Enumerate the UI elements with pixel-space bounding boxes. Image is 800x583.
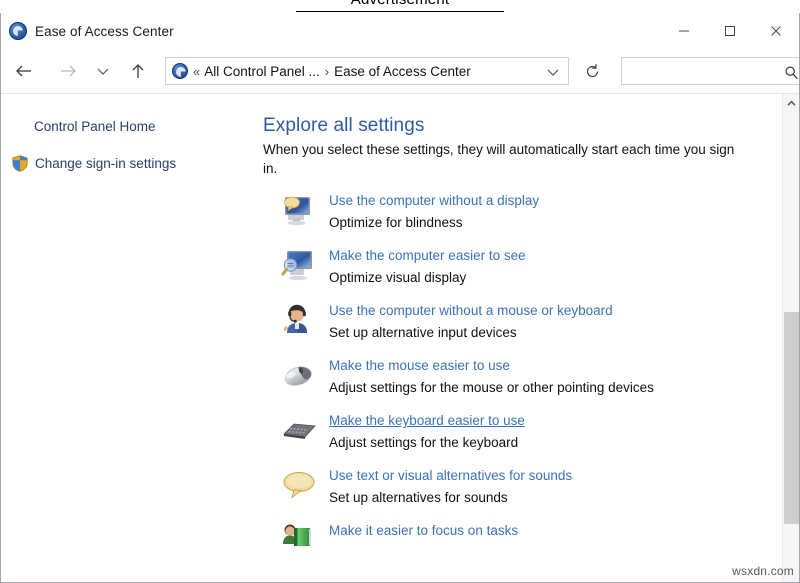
chevron-down-icon xyxy=(546,67,560,77)
list-item-texts: Use text or visual alternatives for soun… xyxy=(329,466,572,507)
window-controls xyxy=(661,13,799,49)
list-item-link[interactable]: Make the computer easier to see xyxy=(329,248,526,264)
list-item-subtitle: Adjust settings for the keyboard xyxy=(329,435,518,450)
person-headset-icon xyxy=(281,302,318,339)
person-book-icon xyxy=(281,522,318,559)
scrollbar-thumb[interactable] xyxy=(784,312,799,524)
mouse-icon xyxy=(281,357,318,394)
sidebar-item-label: Control Panel Home xyxy=(34,119,156,134)
scroll-down-button[interactable] xyxy=(783,579,800,583)
breadcrumb-item-all-control-panel[interactable]: All Control Panel ... xyxy=(204,64,320,79)
sidebar: Control Panel Home xyxy=(1,94,263,583)
settings-list: Use the computer without a display Optim… xyxy=(263,191,789,559)
list-item-texts: Make it easier to focus on tasks xyxy=(329,521,518,544)
address-dropdown-button[interactable] xyxy=(546,58,560,86)
shield-icon xyxy=(12,155,28,172)
maximize-icon xyxy=(724,25,736,37)
advertisement-strip: Advertisement xyxy=(0,0,800,13)
list-item-texts: Make the computer easier to see Optimize… xyxy=(329,246,526,287)
ease-of-access-icon xyxy=(9,22,27,40)
title-bar: Ease of Access Center xyxy=(1,13,799,49)
address-bar-ease-of-access-icon xyxy=(172,63,188,79)
page-description: When you select these settings, they wil… xyxy=(263,140,743,178)
sidebar-item-change-sign-in-settings[interactable]: Change sign-in settings xyxy=(1,155,263,172)
close-button[interactable] xyxy=(753,13,799,49)
main-pane: Explore all settings When you select the… xyxy=(263,94,799,583)
list-item[interactable]: Use the computer without a display Optim… xyxy=(263,191,789,232)
scroll-up-arrow-icon xyxy=(787,100,796,107)
window-title: Ease of Access Center xyxy=(35,24,174,39)
minimize-button[interactable] xyxy=(661,13,707,49)
list-item-subtitle: Optimize visual display xyxy=(329,270,466,285)
list-item-link[interactable]: Use the computer without a display xyxy=(329,193,539,209)
list-item[interactable]: Make the computer easier to see Optimize… xyxy=(263,246,789,287)
back-arrow-icon xyxy=(14,63,34,79)
list-item[interactable]: Use text or visual alternatives for soun… xyxy=(263,466,789,507)
list-item[interactable]: Make the mouse easier to use Adjust sett… xyxy=(263,356,789,397)
recent-locations-chevron-icon xyxy=(96,66,110,76)
breadcrumb-item-ease-of-access-center[interactable]: Ease of Access Center xyxy=(334,64,471,79)
up-button[interactable] xyxy=(123,56,153,86)
list-item-subtitle: Set up alternatives for sounds xyxy=(329,490,508,505)
list-item-link[interactable]: Use the computer without a mouse or keyb… xyxy=(329,303,613,319)
list-item-link[interactable]: Make the mouse easier to use xyxy=(329,358,510,374)
keyboard-icon xyxy=(281,412,318,449)
search-button[interactable] xyxy=(784,58,799,86)
search-icon xyxy=(784,65,799,80)
search-box[interactable] xyxy=(621,57,800,85)
monitor-magnifier-icon xyxy=(281,247,318,284)
list-item[interactable]: Use the computer without a mouse or keyb… xyxy=(263,301,789,342)
refresh-icon xyxy=(584,63,601,80)
sidebar-item-label: Change sign-in settings xyxy=(35,156,176,171)
list-item-link[interactable]: Use text or visual alternatives for soun… xyxy=(329,468,572,484)
content-area: Control Panel Home xyxy=(1,93,799,583)
forward-arrow-icon xyxy=(58,63,78,79)
maximize-button[interactable] xyxy=(707,13,753,49)
address-bar[interactable]: « All Control Panel ... › Ease of Access… xyxy=(165,57,569,85)
recent-locations-button[interactable] xyxy=(93,56,113,86)
list-item-texts: Make the mouse easier to use Adjust sett… xyxy=(329,356,654,397)
vertical-scrollbar[interactable] xyxy=(782,94,799,583)
up-arrow-icon xyxy=(130,62,146,80)
list-item-texts: Make the keyboard easier to use Adjust s… xyxy=(329,411,525,452)
close-icon xyxy=(770,25,782,37)
list-item-link[interactable]: Make the keyboard easier to use xyxy=(329,413,525,429)
watermark: wsxdn.com xyxy=(732,564,794,578)
list-item[interactable]: Make it easier to focus on tasks xyxy=(263,521,789,559)
sidebar-item-control-panel-home[interactable]: Control Panel Home xyxy=(1,119,156,134)
scroll-up-button[interactable] xyxy=(783,94,800,112)
list-item-subtitle: Adjust settings for the mouse or other p… xyxy=(329,380,654,395)
back-button[interactable] xyxy=(9,56,39,86)
list-item-texts: Use the computer without a display Optim… xyxy=(329,191,539,232)
monitor-speech-icon xyxy=(281,192,318,229)
list-item-subtitle: Set up alternative input devices xyxy=(329,325,517,340)
minimize-icon xyxy=(678,25,690,37)
search-input[interactable] xyxy=(622,59,774,83)
breadcrumb-separator: › xyxy=(325,64,329,79)
speech-bubble-icon xyxy=(281,467,318,504)
breadcrumb: « All Control Panel ... › Ease of Access… xyxy=(193,64,471,79)
watermark-text: wsxdn.com xyxy=(732,564,794,578)
list-item[interactable]: Make the keyboard easier to use Adjust s… xyxy=(263,411,789,452)
control-panel-window: Ease of Access Center xyxy=(0,13,800,583)
list-item-subtitle: Optimize for blindness xyxy=(329,215,463,230)
page-title: Explore all settings xyxy=(263,115,789,137)
refresh-button[interactable] xyxy=(577,57,607,85)
forward-button[interactable] xyxy=(53,56,83,86)
breadcrumb-overflow[interactable]: « xyxy=(193,64,200,79)
list-item-link[interactable]: Make it easier to focus on tasks xyxy=(329,523,518,539)
advertisement-label: Advertisement xyxy=(0,0,800,8)
advertisement-divider xyxy=(296,11,504,12)
navigation-bar: « All Control Panel ... › Ease of Access… xyxy=(1,49,799,93)
list-item-texts: Use the computer without a mouse or keyb… xyxy=(329,301,613,342)
